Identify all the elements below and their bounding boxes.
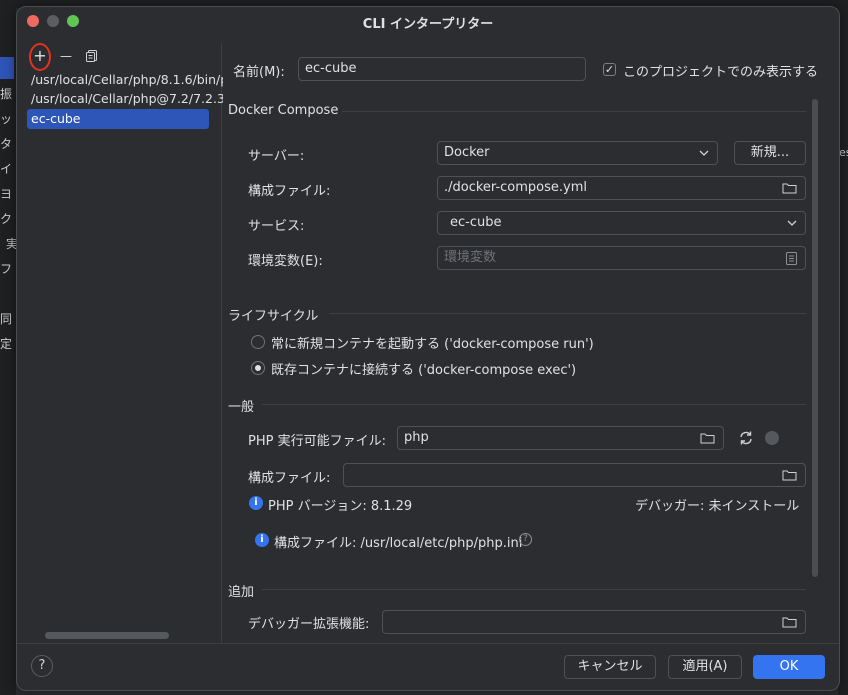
section-divider (262, 589, 806, 590)
background-text-fragment: ク (0, 212, 13, 226)
lifecycle-run-radio[interactable] (251, 335, 265, 349)
service-select-value: ec-cube (450, 215, 502, 230)
project-only-label: このプロジェクトでのみ表示する (623, 65, 819, 80)
title-bar[interactable]: CLI インタープリター (17, 7, 839, 35)
background-text-fragment: ヨ (0, 187, 13, 201)
help-button[interactable]: ? (31, 655, 53, 677)
interpreter-list-item[interactable]: /usr/local/Cellar/php@7.2/7.2.34 (27, 89, 223, 109)
info-icon: i (255, 533, 269, 547)
lifecycle-section-title: ライフサイクル (228, 309, 319, 324)
background-text-fragment: イ (0, 162, 13, 176)
env-vars-label: 環境変数(E): (248, 254, 323, 269)
lifecycle-exec-radio[interactable] (251, 361, 265, 375)
chevron-down-icon (787, 220, 797, 226)
section-divider (262, 404, 806, 405)
section-divider (329, 313, 806, 314)
refresh-icon[interactable] (738, 430, 754, 446)
php-executable-label: PHP 実行可能ファイル: (248, 434, 386, 449)
env-vars-input[interactable]: 環境変数 (437, 246, 806, 270)
help-circle-icon[interactable]: ? (519, 533, 532, 546)
vertical-scrollbar[interactable] (812, 99, 818, 577)
php-version-text: PHP バージョン: 8.1.29 (268, 499, 413, 514)
dialog-title: CLI インタープリター (362, 17, 494, 32)
remove-interpreter-button[interactable]: — (55, 45, 77, 67)
footer-divider (17, 643, 839, 644)
server-select-value: Docker (444, 145, 490, 160)
background-selected-row (0, 57, 14, 79)
server-label: サーバー: (248, 149, 305, 164)
info-icon: i (249, 496, 263, 510)
compose-config-value: ./docker-compose.yml (444, 180, 587, 195)
debugger-extension-input[interactable] (382, 610, 806, 634)
compose-config-label: 構成ファイル: (248, 184, 331, 199)
background-text-fragment: 定 (0, 337, 13, 351)
lifecycle-run-label: 常に新規コンテナを起動する ('docker-compose run') (271, 337, 594, 352)
folder-icon[interactable] (782, 616, 797, 628)
ok-button[interactable]: OK (753, 655, 825, 679)
server-select[interactable]: Docker (437, 141, 718, 165)
cancel-button[interactable]: キャンセル (564, 655, 656, 679)
new-server-button[interactable]: 新規... (734, 141, 806, 165)
cli-interpreter-dialog: CLI インタープリター + — /usr/local/Cellar/php/8… (16, 6, 840, 691)
compose-config-input[interactable]: ./docker-compose.yml (437, 176, 806, 200)
background-text-fragment: ッ (0, 112, 13, 126)
section-divider (342, 111, 806, 112)
add-interpreter-button[interactable]: + (29, 45, 51, 67)
interpreter-list-item-selected[interactable]: ec-cube (27, 109, 209, 129)
php-ini-path-text: 構成ファイル: /usr/local/etc/php/php.ini (274, 536, 523, 551)
background-text-fragment: フ (0, 262, 13, 276)
php-config-input[interactable] (343, 463, 806, 487)
php-executable-input[interactable]: php (397, 426, 724, 450)
project-only-checkbox[interactable]: ✓ (603, 63, 616, 76)
php-executable-value: php (404, 430, 429, 445)
document-icon[interactable] (786, 252, 797, 265)
copy-interpreter-button[interactable] (81, 45, 103, 67)
copy-icon (86, 50, 97, 62)
chevron-down-icon (699, 150, 709, 156)
folder-icon[interactable] (782, 182, 797, 194)
debugger-status-text: デバッガー: 未インストール (635, 499, 800, 514)
status-indicator-icon (765, 431, 779, 445)
service-label: サービス: (248, 219, 305, 234)
interpreter-list-item[interactable]: /usr/local/Cellar/php/8.1.6/bin/php (27, 70, 223, 90)
background-text-fragment: タ (0, 137, 13, 151)
lifecycle-exec-label: 既存コンテナに接続する ('docker-compose exec') (271, 363, 577, 378)
background-text-fragment: 同 (0, 312, 13, 326)
debugger-extension-label: デバッガー拡張機能: (248, 617, 370, 632)
interpreter-list-panel (25, 43, 221, 643)
horizontal-scrollbar[interactable] (45, 632, 169, 639)
folder-icon[interactable] (782, 469, 797, 481)
name-input[interactable]: ec-cube (298, 57, 586, 81)
env-vars-placeholder: 環境変数 (444, 250, 497, 265)
background-text-fragment: es (839, 146, 848, 159)
general-section-title: 一般 (228, 400, 255, 415)
docker-compose-section-title: Docker Compose (228, 103, 339, 118)
name-label: 名前(M): (233, 65, 285, 80)
folder-icon[interactable] (700, 432, 715, 444)
apply-button[interactable]: 適用(A) (668, 655, 742, 679)
panel-divider[interactable] (221, 43, 222, 643)
service-select[interactable]: ec-cube (437, 211, 806, 235)
php-config-label: 構成ファイル: (248, 471, 331, 486)
background-text-fragment: 振 (0, 87, 13, 101)
extra-section-title: 追加 (228, 585, 255, 600)
